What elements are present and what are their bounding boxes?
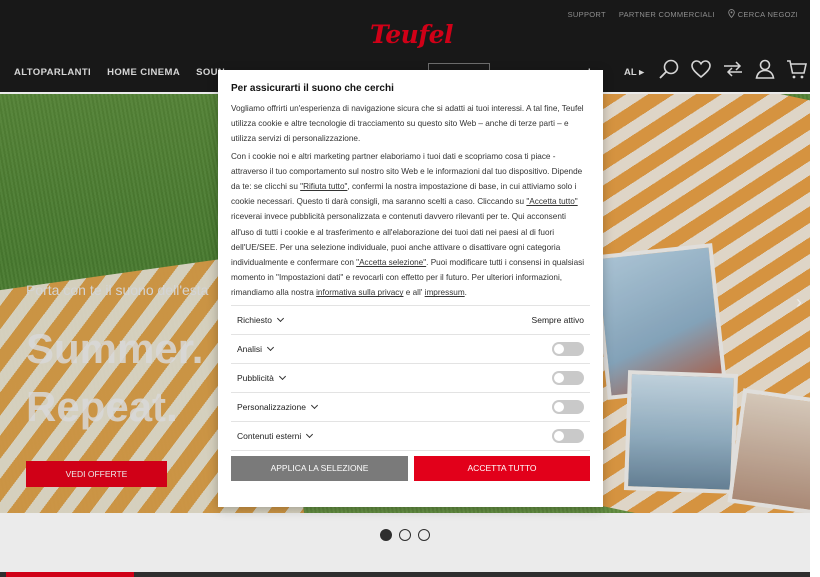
text-segment: . [464, 288, 467, 298]
category-label: Pubblicità [237, 372, 274, 383]
cookie-consent-dialog: Per assicurarti il suono che cerchi Vogl… [218, 70, 603, 507]
category-row-external-content[interactable]: Contenuti esterni [231, 422, 590, 451]
analytics-toggle[interactable] [552, 341, 584, 356]
dialog-paragraph-1: Vogliamo offrirti un'esperienza di navig… [231, 104, 584, 144]
category-row-analytics[interactable]: Analisi [231, 335, 590, 364]
external-content-toggle[interactable] [552, 428, 584, 443]
chevron-down-icon[interactable] [306, 430, 314, 438]
category-row-required[interactable]: Richiesto Sempre attivo [231, 306, 590, 335]
dialog-actions: APPLICA LA SELEZIONE ACCETTA TUTTO [231, 455, 590, 481]
dialog-paragraph-2: Con i cookie noi e altri marketing partn… [231, 149, 590, 301]
advertising-toggle[interactable] [552, 370, 584, 385]
category-label: Personalizzazione [237, 401, 306, 412]
chevron-down-icon[interactable] [267, 343, 275, 351]
category-label-wrap: Pubblicità [237, 372, 286, 383]
impressum-link[interactable]: impressum [425, 288, 465, 297]
personalization-toggle[interactable] [552, 399, 584, 414]
accept-all-button[interactable]: ACCETTA TUTTO [414, 455, 590, 481]
chevron-down-icon[interactable] [276, 314, 285, 322]
category-row-advertising[interactable]: Pubblicità [231, 364, 590, 393]
dialog-title: Per assicurarti il suono che cerchi [231, 83, 394, 94]
category-label-wrap: Richiesto [237, 314, 285, 325]
reject-all-link[interactable]: "Rifiuta tutto" [300, 182, 347, 191]
accept-all-link[interactable]: "Accetta tutto" [526, 197, 577, 206]
category-label-wrap: Analisi [237, 343, 275, 354]
text-segment: e all' [403, 288, 425, 298]
dialog-body: Vogliamo offrirti un'esperienza di navig… [231, 101, 590, 301]
category-label-wrap: Personalizzazione [237, 401, 319, 412]
category-row-personalization[interactable]: Personalizzazione [231, 393, 590, 422]
category-label: Richiesto [237, 314, 272, 325]
consent-categories: Richiesto Sempre attivo Analisi Pubblici… [231, 304, 590, 451]
category-label: Analisi [237, 343, 263, 354]
category-label: Contenuti esterni [237, 430, 302, 441]
chevron-down-icon[interactable] [278, 372, 286, 380]
accept-selection-link[interactable]: "Accetta selezione" [356, 258, 426, 267]
always-active-status: Sempre attivo [531, 314, 584, 325]
chevron-down-icon[interactable] [310, 401, 319, 409]
category-label-wrap: Contenuti esterni [237, 430, 314, 441]
apply-selection-button[interactable]: APPLICA LA SELEZIONE [231, 455, 408, 481]
privacy-policy-link[interactable]: informativa sulla privacy [316, 288, 403, 297]
